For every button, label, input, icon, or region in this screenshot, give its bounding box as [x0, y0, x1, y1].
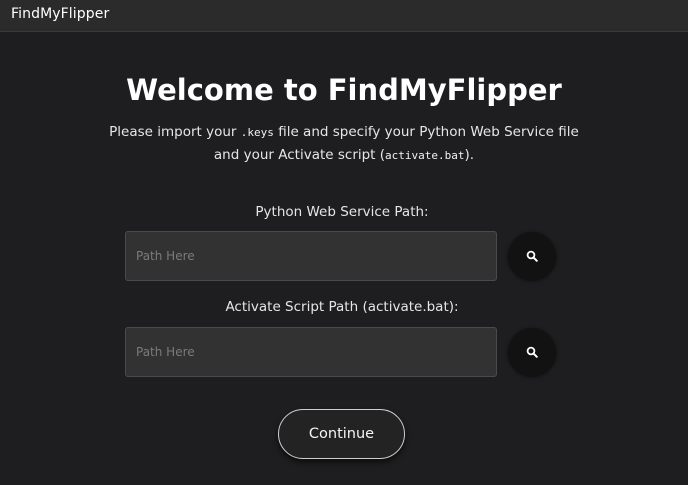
description-text: ). [464, 147, 475, 163]
search-icon [526, 346, 538, 358]
description-line-1: Please import your .keys file and specif… [0, 124, 688, 140]
activate-path-input[interactable] [125, 327, 497, 377]
title-bar: FindMyFlipper [0, 0, 688, 32]
keys-file-code: .keys [240, 126, 274, 139]
python-path-input[interactable] [125, 231, 497, 281]
window-title: FindMyFlipper [11, 6, 110, 22]
description-text: and your Activate script ( [213, 147, 386, 163]
activate-bat-code: activate.bat [385, 149, 465, 162]
main-panel: Welcome to FindMyFlipper Please import y… [0, 33, 688, 485]
search-icon [526, 250, 538, 262]
activate-path-label: Activate Script Path (activate.bat): [225, 299, 459, 315]
description-text: Please import your [109, 124, 241, 140]
page-title: Welcome to FindMyFlipper [126, 73, 562, 107]
python-path-label: Python Web Service Path: [255, 204, 429, 220]
python-path-browse-button[interactable] [508, 232, 556, 280]
description-line-2: and your Activate script (activate.bat). [0, 147, 688, 163]
continue-button[interactable]: Continue [278, 409, 405, 459]
activate-path-browse-button[interactable] [508, 328, 556, 376]
description-text: file and specify your Python Web Service… [273, 124, 579, 140]
